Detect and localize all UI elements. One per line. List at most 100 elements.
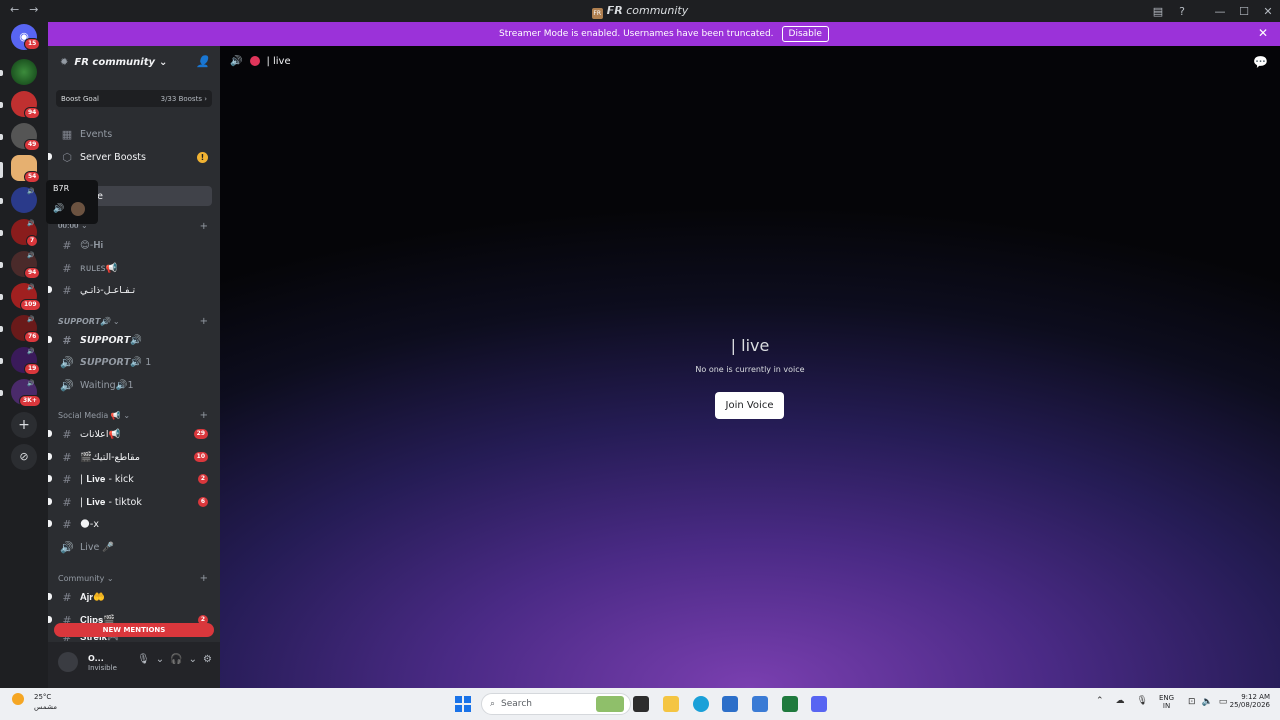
channel-item[interactable]: # تـفـاعـل-ذاتـي bbox=[56, 280, 212, 300]
unread-pip bbox=[0, 326, 3, 332]
hash-icon: # bbox=[62, 238, 72, 252]
join-voice-button[interactable]: Join Voice bbox=[715, 392, 784, 419]
streamer-mode-banner: Streamer Mode is enabled. Usernames have… bbox=[48, 22, 1280, 46]
speaker-icon: 🔊 bbox=[27, 220, 35, 227]
server-badge: 54 bbox=[24, 171, 41, 183]
server-icon: FR bbox=[591, 8, 603, 19]
weather-widget[interactable]: 25°C مشمس bbox=[12, 693, 57, 711]
unread-pip bbox=[48, 498, 52, 505]
category-header[interactable]: 𝙎𝙐𝙋𝙋𝙊𝙍𝙏🔊 ⌄ + bbox=[56, 314, 212, 328]
headphones-icon[interactable]: 🎧 bbox=[170, 654, 182, 665]
add-channel-icon[interactable]: + bbox=[200, 221, 208, 232]
channel-name-large: | live bbox=[730, 336, 770, 355]
edge-icon[interactable] bbox=[693, 696, 709, 712]
category-header[interactable]: Social Media 📢 ⌄ + bbox=[56, 408, 212, 422]
discord-icon[interactable] bbox=[811, 696, 827, 712]
hash-icon: # bbox=[62, 427, 72, 441]
unread-pip bbox=[0, 294, 3, 300]
language-code: ENG bbox=[1159, 694, 1175, 702]
speaker-icon: 🔊 bbox=[53, 204, 65, 214]
server-boosts-item[interactable]: ⬡ Server Boosts! bbox=[56, 147, 212, 167]
avatar[interactable] bbox=[58, 652, 78, 672]
channel-item[interactable]: # | 𝐋𝐢𝐯𝐞 - tiktok 6 bbox=[56, 492, 212, 512]
volume-icon[interactable]: 🔈 bbox=[1202, 697, 1213, 707]
server-badge: 94 bbox=[24, 267, 41, 279]
speaker-icon: 🔊 bbox=[60, 355, 74, 369]
taskview-icon[interactable] bbox=[633, 696, 649, 712]
events-item[interactable]: ▦ Events bbox=[56, 124, 212, 144]
channel-label: | 𝐋𝐢𝐯𝐞 - kick bbox=[80, 473, 134, 485]
search-placeholder: Search bbox=[501, 699, 532, 709]
file-explorer-icon[interactable] bbox=[663, 696, 679, 712]
server-name: 𝙁𝙍 community bbox=[74, 56, 156, 68]
add-channel-icon[interactable]: + bbox=[200, 573, 208, 584]
unread-pip bbox=[0, 102, 3, 108]
start-icon[interactable] bbox=[455, 696, 471, 712]
cloud-icon[interactable]: ☁ bbox=[1116, 696, 1125, 706]
channel-item[interactable]: # 𝐀𝐣𝐫🤲 bbox=[56, 587, 212, 607]
unread-pip bbox=[48, 336, 52, 343]
maximize-icon[interactable]: ☐ bbox=[1232, 5, 1256, 18]
channel-label: | 𝐋𝐢𝐯𝐞 - tiktok bbox=[80, 496, 142, 508]
system-tray: ⌃ ☁ 🎙 bbox=[1096, 696, 1148, 706]
channel-item[interactable]: # 😊-𝐇𝐢 bbox=[56, 235, 212, 255]
voice-channel-item[interactable]: 🔊 𝙎𝙐𝙋𝙋𝙊𝙍𝙏🔊 1 bbox=[56, 352, 212, 372]
store-icon[interactable] bbox=[722, 696, 738, 712]
unread-pip bbox=[48, 520, 52, 527]
channel-item[interactable]: # 🎬مقاطع-التيك 10 bbox=[56, 447, 212, 467]
hash-icon: # bbox=[62, 495, 72, 509]
channel-item[interactable]: # 𝙎𝙐𝙋𝙋𝙊𝙍𝙏🔊 bbox=[56, 330, 212, 350]
add-channel-icon[interactable]: + bbox=[200, 316, 208, 327]
voice-tooltip: B7R 🔊 bbox=[46, 180, 98, 224]
channel-item[interactable]: # 🌑-x bbox=[56, 514, 212, 534]
settings-gear-icon[interactable]: ⚙ bbox=[203, 654, 212, 665]
server-icon[interactable] bbox=[11, 59, 37, 85]
channel-label: 𝐀𝐣𝐫🤲 bbox=[80, 591, 105, 603]
microphone-icon[interactable]: 🎙 bbox=[137, 654, 150, 665]
channel-label: اعلانات📢 bbox=[80, 428, 121, 440]
server-badge: 49 bbox=[24, 139, 41, 151]
microphone-icon[interactable]: 🎙 bbox=[1137, 696, 1148, 706]
server-settings-icon: ✹ bbox=[60, 56, 69, 68]
add-server-icon[interactable]: + bbox=[11, 412, 37, 438]
channel-item[interactable]: # | 𝐋𝐢𝐯𝐞 - kick 2 bbox=[56, 469, 212, 489]
unread-pip bbox=[0, 230, 3, 236]
server-header[interactable]: ✹ 𝙁𝙍 community ⌄ 👤 bbox=[48, 46, 220, 78]
chat-icon[interactable]: 💬 bbox=[1253, 55, 1268, 69]
new-mentions-button[interactable]: NEW MENTIONS bbox=[54, 623, 214, 637]
chevron-up-icon[interactable]: ⌃ bbox=[1096, 696, 1104, 706]
speaker-icon: 🔊 bbox=[60, 378, 74, 392]
outlook-icon[interactable] bbox=[752, 696, 768, 712]
chevron-down-icon[interactable]: ⌄ bbox=[156, 654, 164, 665]
voice-channel-item[interactable]: 🔊 Waiting🔊1 bbox=[56, 375, 212, 395]
network-icon[interactable]: ⊡ bbox=[1188, 697, 1196, 707]
invite-icon[interactable]: 👤 bbox=[196, 55, 210, 68]
unread-pip bbox=[0, 70, 3, 76]
unread-pip bbox=[0, 134, 3, 140]
sun-icon bbox=[12, 693, 24, 705]
language-indicator[interactable]: ENG IN bbox=[1159, 694, 1174, 710]
disable-button[interactable]: Disable bbox=[781, 26, 829, 42]
channel-item[interactable]: # ʀᴜʟᴇs📢 bbox=[56, 258, 212, 278]
category-header[interactable]: Community ⌄ + bbox=[56, 571, 212, 585]
mention-badge: 2 bbox=[197, 474, 208, 484]
boost-goal[interactable]: Boost Goal 3/33 Boosts › bbox=[56, 90, 212, 107]
inbox-icon[interactable]: ▤ bbox=[1146, 5, 1170, 18]
voice-channel-item[interactable]: 🔊 Live 🎤 bbox=[56, 537, 212, 557]
hash-icon: # bbox=[62, 450, 72, 464]
add-channel-icon[interactable]: + bbox=[200, 410, 208, 421]
temperature: 25°C bbox=[34, 693, 52, 701]
channel-label: تـفـاعـل-ذاتـي bbox=[80, 284, 136, 296]
close-window-icon[interactable]: ✕ bbox=[1256, 5, 1280, 18]
discover-icon[interactable]: ⊘ bbox=[11, 444, 37, 470]
app-icon[interactable] bbox=[782, 696, 798, 712]
battery-icon[interactable]: ▭ bbox=[1219, 697, 1228, 707]
clock[interactable]: 9:12 AM 25/08/2026 bbox=[1230, 693, 1270, 709]
mention-badge: 10 bbox=[193, 452, 208, 462]
channel-item[interactable]: # اعلانات📢 29 bbox=[56, 424, 212, 444]
close-banner-icon[interactable]: ✕ bbox=[1258, 26, 1268, 40]
help-icon[interactable]: ? bbox=[1170, 5, 1194, 18]
speaker-icon: 🔊 bbox=[27, 348, 35, 355]
minimize-icon[interactable]: — bbox=[1208, 5, 1232, 18]
chevron-down-icon[interactable]: ⌄ bbox=[189, 654, 197, 665]
